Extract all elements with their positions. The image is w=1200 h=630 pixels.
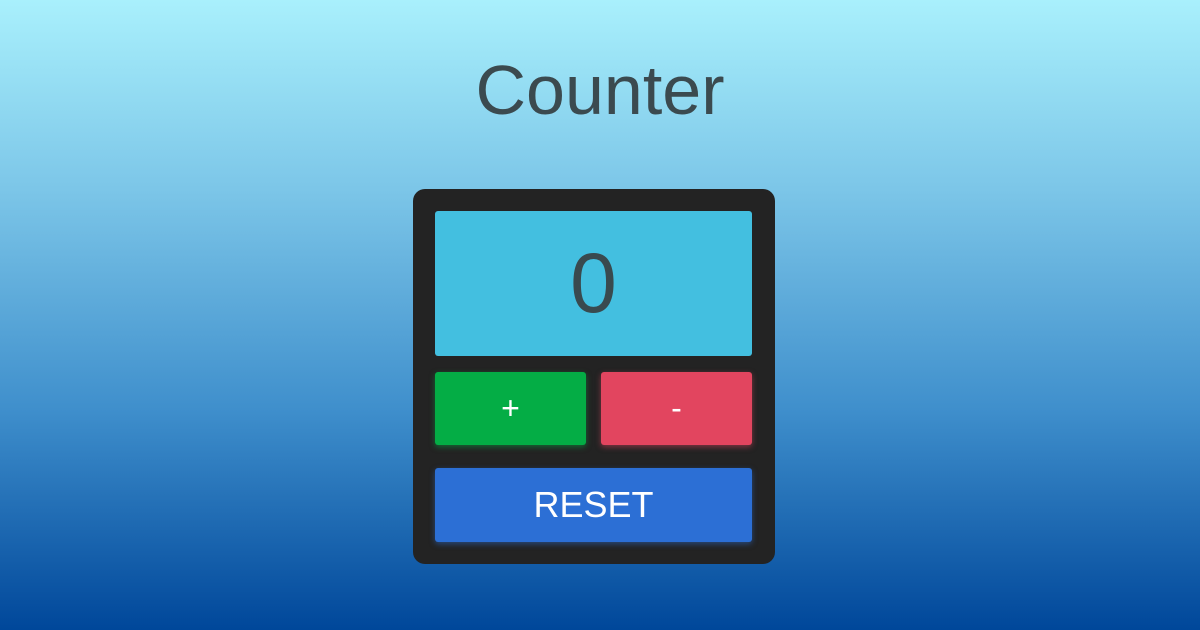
decrement-button[interactable]: - bbox=[601, 372, 752, 445]
page-title: Counter bbox=[475, 51, 725, 129]
counter-display: 0 bbox=[435, 211, 752, 356]
reset-button[interactable]: RESET bbox=[435, 468, 752, 542]
increment-button[interactable]: + bbox=[435, 372, 586, 445]
counter-card: 0 + - RESET bbox=[413, 189, 775, 564]
